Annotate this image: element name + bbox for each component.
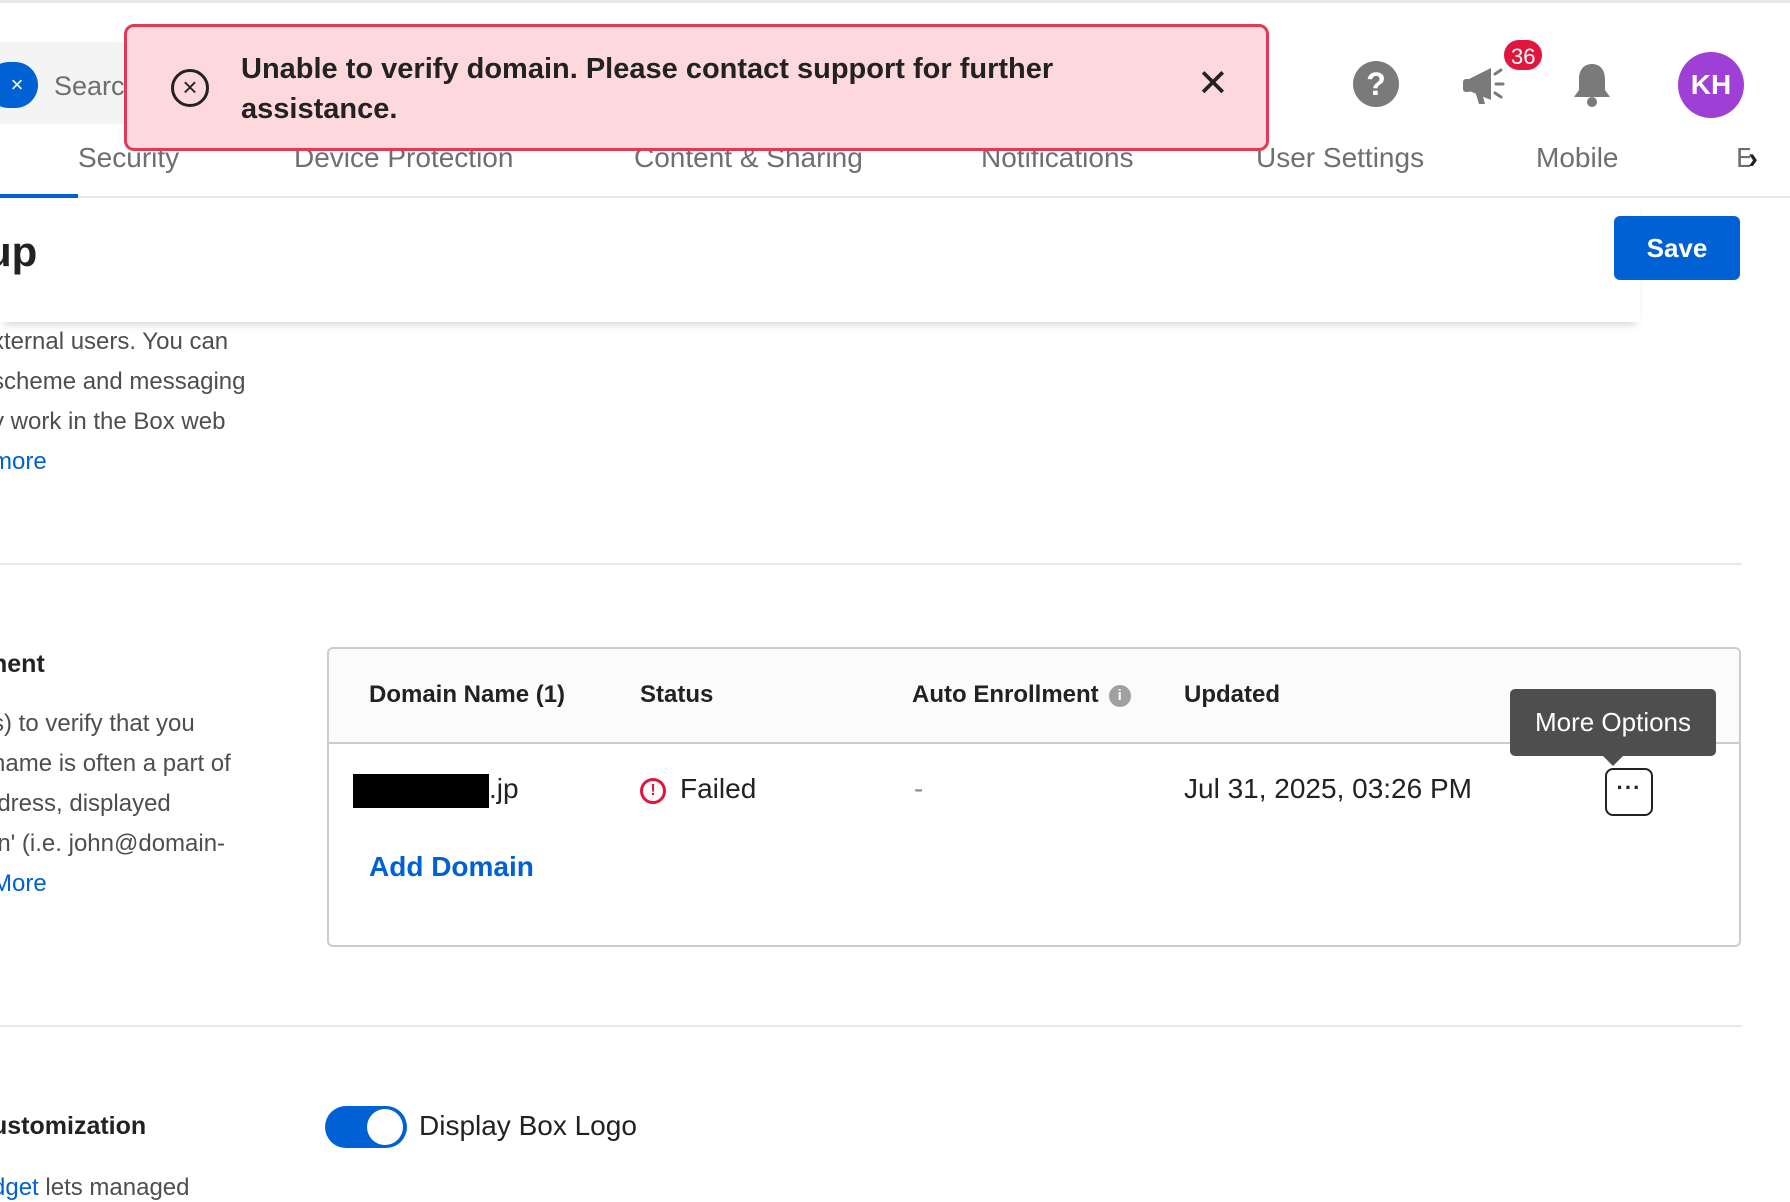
info-icon[interactable]: i <box>1108 684 1131 707</box>
learn-more-link[interactable]: more <box>0 442 47 482</box>
toggle-knob <box>367 1109 403 1145</box>
section-description-line: ldress, displayed <box>0 790 171 817</box>
section-description-line: dget lets managed <box>0 1168 189 1202</box>
section-heading-domain: nent <box>0 650 45 678</box>
auto-enrollment-cell: - <box>914 773 924 804</box>
add-domain-link[interactable]: Add Domain <box>369 851 534 883</box>
updated-cell: Jul 31, 2025, 03:26 PM <box>1184 773 1472 804</box>
section-divider <box>0 1025 1742 1027</box>
section-description-text: lets managed <box>38 1174 190 1201</box>
section-description-line: y work in the Box web <box>0 408 226 435</box>
page-title: up <box>0 228 38 275</box>
section-description-line: s) to verify that you <box>0 710 195 737</box>
domain-name-cell: .jp <box>353 773 519 808</box>
status-text: Failed <box>680 773 757 804</box>
display-logo-toggle[interactable] <box>325 1106 407 1148</box>
help-icon[interactable]: ? <box>1352 60 1400 108</box>
section-description-line: name is often a part of <box>0 750 231 777</box>
header-top-border <box>0 0 1790 3</box>
display-logo-label: Display Box Logo <box>419 1110 637 1141</box>
more-options-button[interactable]: ··· <box>1605 768 1653 816</box>
column-header-status[interactable]: Status <box>640 681 713 709</box>
section-heading-customization: ustomization <box>0 1112 147 1140</box>
alert-circle-icon: ! <box>640 778 666 804</box>
column-header-domain-name[interactable]: Domain Name (1) <box>369 681 565 709</box>
tab-overflow-clip: E <box>1730 134 1750 194</box>
close-icon[interactable]: ✕ <box>1197 65 1229 103</box>
chevron-right-icon[interactable]: › <box>1748 142 1758 176</box>
tab-mobile[interactable]: Mobile <box>1536 142 1618 174</box>
bell-icon[interactable] <box>1568 60 1616 108</box>
bell-icon-svg <box>1574 64 1610 107</box>
learn-more-link[interactable]: More <box>0 864 47 904</box>
section-description-line: in' (i.e. john@domain- <box>0 830 226 857</box>
toast-message: Unable to verify domain. Please contact … <box>241 53 1054 125</box>
column-header-label: Auto Enrollment <box>912 681 1099 708</box>
widget-link[interactable]: dget <box>0 1174 39 1201</box>
redacted-text <box>353 773 489 808</box>
section-divider <box>0 563 1742 565</box>
tab-user-settings[interactable]: User Settings <box>1256 142 1424 174</box>
announcement-badge: 36 <box>1502 38 1545 72</box>
section-description-line: scheme and messaging <box>0 368 246 395</box>
more-options-tooltip: More Options <box>1510 689 1716 766</box>
column-header-auto-enrollment[interactable]: Auto Enrollment i <box>912 681 1131 709</box>
section-description-line: xternal users. You can <box>0 328 229 355</box>
page-title-bar: up Save <box>0 198 1740 322</box>
avatar[interactable]: KH <box>1678 52 1744 118</box>
column-header-updated[interactable]: Updated <box>1184 681 1280 709</box>
error-toast: × Unable to verify domain. Please contac… <box>124 24 1269 151</box>
status-cell: ! Failed <box>640 773 756 805</box>
search-input[interactable] <box>54 66 134 106</box>
error-circle-icon: × <box>171 69 209 107</box>
help-icon-glyph: ? <box>1353 61 1399 107</box>
save-button[interactable]: Save <box>1614 216 1740 280</box>
domain-suffix: .jp <box>489 773 519 804</box>
